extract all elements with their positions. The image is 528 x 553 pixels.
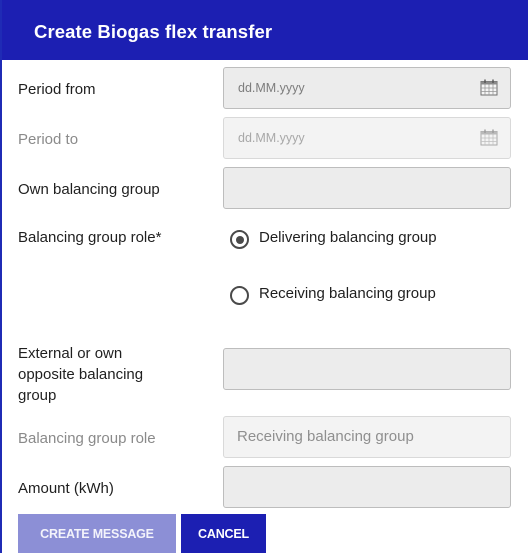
balancing-group-role-label: Balancing group role*: [18, 229, 162, 246]
radio-delivering-balancing-group[interactable]: Delivering balancing group: [230, 228, 490, 252]
calendar-icon[interactable]: [480, 129, 498, 146]
opposite-balancing-group-input[interactable]: [223, 348, 511, 390]
period-to-label: Period to: [18, 131, 79, 148]
opposite-group-label-line3: group: [18, 387, 57, 404]
radio-selected-icon[interactable]: [230, 230, 249, 249]
amount-label: Amount (kWh): [18, 480, 114, 497]
radio-receiving-balancing-group[interactable]: Receiving balancing group: [230, 284, 490, 308]
create-message-button[interactable]: CREATE MESSAGE: [18, 514, 176, 553]
period-to-input[interactable]: dd.MM.yyyy: [223, 117, 511, 159]
period-from-placeholder: dd.MM.yyyy: [238, 81, 305, 95]
opposite-group-label-line1: External or own: [18, 345, 123, 362]
period-to-placeholder: dd.MM.yyyy: [238, 131, 305, 145]
opposite-group-label-line2: opposite balancing: [18, 366, 144, 383]
own-balancing-group-input[interactable]: [223, 167, 511, 209]
period-from-label: Period from: [18, 81, 96, 98]
radio-delivering-label: Delivering balancing group: [259, 229, 437, 246]
calendar-icon[interactable]: [480, 79, 498, 96]
radio-unselected-icon[interactable]: [230, 286, 249, 305]
amount-input[interactable]: [223, 466, 511, 508]
opposite-role-label: Balancing group role: [18, 430, 156, 447]
opposite-role-field: Receiving balancing group: [223, 416, 511, 458]
own-balancing-group-label: Own balancing group: [18, 181, 160, 198]
opposite-role-value: Receiving balancing group: [237, 428, 414, 445]
radio-receiving-label: Receiving balancing group: [259, 285, 436, 302]
cancel-button[interactable]: CANCEL: [181, 514, 266, 553]
create-transfer-dialog: Create Biogas flex transfer Period from …: [0, 0, 528, 553]
period-from-input[interactable]: dd.MM.yyyy: [223, 67, 511, 109]
dialog-title: Create Biogas flex transfer: [2, 0, 528, 60]
